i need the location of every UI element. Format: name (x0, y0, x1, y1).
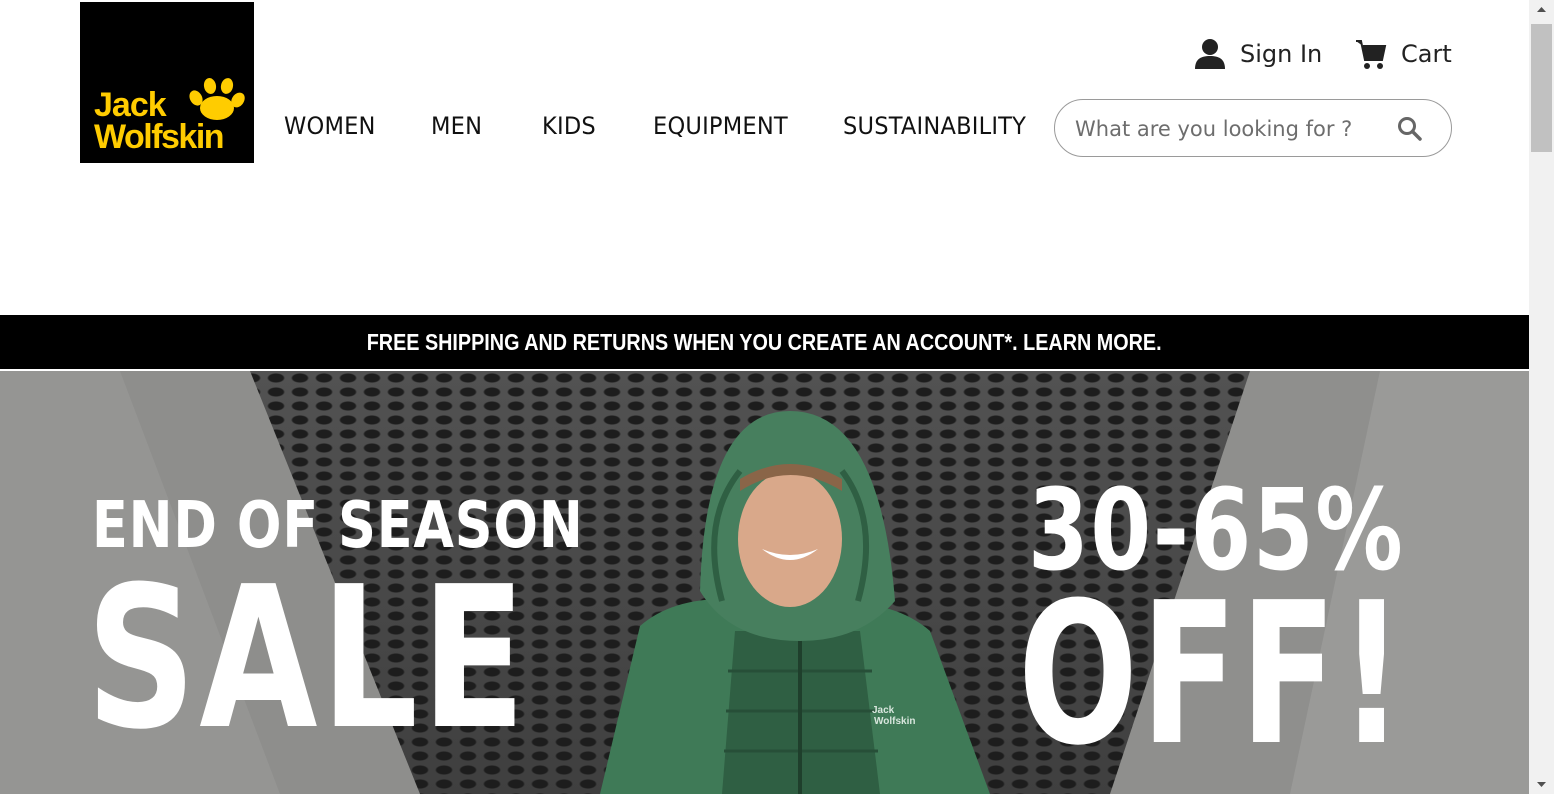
hero-sale-title: SALE (86, 545, 529, 773)
paw-print-icon (189, 78, 245, 120)
hero-discount-suffix: OFF! (1018, 561, 1407, 789)
promo-text: FREE SHIPPING AND RETURNS WHEN YOU CREAT… (367, 328, 1162, 355)
page-scrollbar[interactable] (1529, 0, 1554, 794)
scroll-thumb[interactable] (1531, 24, 1552, 152)
nav-item-women[interactable]: WOMEN (284, 112, 376, 140)
cart-icon (1356, 40, 1387, 69)
jacket-logo-line2: Wolfskin (874, 716, 915, 727)
search-input[interactable] (1073, 110, 1377, 148)
hero-banner[interactable]: Jack Wolfskin END OF SEASON SALE 30-65% … (0, 371, 1529, 794)
nav-item-kids[interactable]: KIDS (542, 112, 596, 140)
scroll-down-button[interactable] (1529, 774, 1554, 794)
model-figure: Jack Wolfskin (600, 411, 990, 794)
chevron-up-icon (1537, 7, 1546, 12)
nav-item-men[interactable]: MEN (431, 112, 482, 140)
jacket-logo-line1: Jack (872, 705, 895, 716)
nav-item-equipment[interactable]: EQUIPMENT (653, 112, 788, 140)
brand-logo[interactable]: Jack Wolfskin (80, 2, 254, 163)
cart-label: Cart (1401, 40, 1452, 68)
chevron-down-icon (1537, 782, 1546, 787)
scroll-up-button[interactable] (1529, 0, 1554, 20)
nav-item-sustainability[interactable]: SUSTAINABILITY (843, 112, 1026, 140)
sign-in-link[interactable]: Sign In (1194, 36, 1322, 72)
search-icon (1398, 117, 1422, 141)
sign-in-label: Sign In (1240, 40, 1323, 68)
logo-text-wolfskin: Wolfskin (94, 118, 223, 156)
promo-banner[interactable]: FREE SHIPPING AND RETURNS WHEN YOU CREAT… (0, 315, 1529, 369)
user-icon (1195, 39, 1225, 69)
cart-link[interactable]: Cart (1355, 36, 1452, 72)
search-button[interactable] (1397, 116, 1423, 147)
search-box (1054, 99, 1452, 157)
